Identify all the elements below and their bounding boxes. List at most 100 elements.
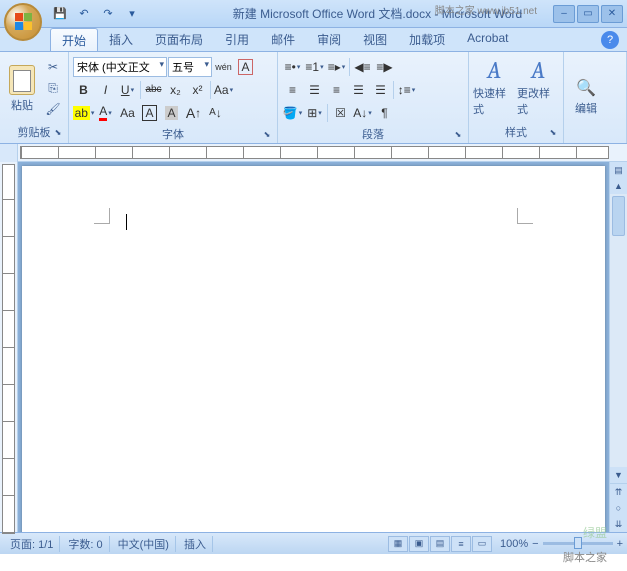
bold-button[interactable]: B [73,79,94,100]
clear-formatting-button[interactable]: A [235,56,256,77]
tab-selector[interactable] [0,144,18,162]
distributed-button[interactable]: ☰ [370,79,391,100]
zoom-slider[interactable] [543,542,613,545]
ruler-scale[interactable] [20,146,609,159]
shrink-font-button[interactable]: A↓ [205,102,226,123]
print-layout-view[interactable]: ▦ [388,536,408,552]
tab-acrobat[interactable]: Acrobat [456,28,519,51]
increase-indent-button[interactable]: ≡▶ [374,56,395,77]
office-button[interactable] [4,3,42,41]
underline-button[interactable]: U [117,79,138,100]
paragraph-launcher[interactable]: ⬊ [452,130,464,142]
char-shading-button[interactable]: A [161,102,182,123]
margin-marker-tl [94,208,110,224]
scroll-thumb[interactable] [612,196,625,236]
tab-addins[interactable]: 加载项 [398,28,456,51]
highlight-button[interactable]: ab [73,102,94,123]
phonetic-guide-button[interactable]: wén [213,56,234,77]
browse-object-icon[interactable]: ○ [610,500,627,516]
tab-page-layout[interactable]: 页面布局 [144,28,214,51]
page-container [18,162,609,532]
font-launcher[interactable]: ⬊ [261,130,273,142]
status-page[interactable]: 页面: 1/1 [4,536,60,552]
minimize-button[interactable]: – [553,5,575,23]
subscript-button[interactable]: x₂ [165,79,186,100]
change-styles-button[interactable]: A 更改样式 [517,56,559,121]
undo-icon[interactable]: ↶ [74,4,94,24]
editing-button[interactable]: 🔍 编辑 [568,56,604,137]
redo-icon[interactable]: ↷ [98,4,118,24]
styles-launcher[interactable]: ⬊ [547,128,559,140]
status-insert-mode[interactable]: 插入 [178,536,213,552]
show-marks-button[interactable]: ¶ [374,102,395,123]
draft-view[interactable]: ▭ [472,536,492,552]
format-painter-icon[interactable]: 🖌 [44,100,62,118]
cut-icon[interactable]: ✂ [44,58,62,76]
tab-home[interactable]: 开始 [50,28,98,51]
justify-button[interactable]: ☰ [348,79,369,100]
tab-mailings[interactable]: 邮件 [260,28,306,51]
align-center-button[interactable]: ☰ [304,79,325,100]
font-size-combo[interactable]: 五号 [168,57,212,77]
superscript-button[interactable]: x² [187,79,208,100]
watermark-jb51: 脚本之家 [563,549,607,565]
grow-font-button[interactable]: A↑ [183,102,204,123]
quick-styles-button[interactable]: A 快速样式 [473,56,515,121]
tab-view[interactable]: 视图 [352,28,398,51]
align-left-button[interactable]: ≡ [282,79,303,100]
group-editing: 🔍 编辑 [564,52,627,143]
copy-icon[interactable]: ⎘ [44,79,62,97]
qat-customize-icon[interactable]: ▾ [122,4,142,24]
zoom-in-button[interactable]: + [617,538,623,550]
borders-button[interactable]: ⊞ [304,102,325,123]
next-page-icon[interactable]: ⇊ [610,516,627,532]
clipboard-launcher[interactable]: ⬊ [52,128,64,140]
italic-button[interactable]: I [95,79,116,100]
multilevel-button[interactable]: ≡▸ [326,56,347,77]
status-language[interactable]: 中文(中国) [112,536,176,552]
scroll-up-icon[interactable]: ▲ [610,178,627,194]
view-buttons: ▦ ▣ ▤ ≡ ▭ [388,536,492,552]
vertical-scrollbar[interactable]: ▤ ▲ ▼ ⇈ ○ ⇊ [609,162,627,532]
outline-view[interactable]: ≡ [451,536,471,552]
vertical-ruler[interactable] [0,162,18,532]
window-controls: – ▭ ✕ [553,5,623,23]
paste-button[interactable]: 粘贴 [4,56,40,121]
horizontal-ruler[interactable] [0,144,627,162]
prev-page-icon[interactable]: ⇈ [610,484,627,500]
change-case-button[interactable]: Aa [213,79,234,100]
status-bar: 页面: 1/1 字数: 0 中文(中国) 插入 ▦ ▣ ▤ ≡ ▭ 100% −… [0,532,627,554]
sort-button[interactable]: A↓ [352,102,373,123]
zoom-level[interactable]: 100% [500,538,528,550]
help-icon[interactable]: ? [601,31,619,49]
tab-review[interactable]: 审阅 [306,28,352,51]
zoom-knob[interactable] [574,537,582,549]
decrease-indent-button[interactable]: ◀≡ [352,56,373,77]
ruler-toggle[interactable]: ▤ [610,162,627,178]
font-family-combo[interactable]: 宋体 (中文正文 [73,57,167,77]
close-button[interactable]: ✕ [601,5,623,23]
editing-label: 编辑 [575,100,597,116]
save-icon[interactable]: 💾 [50,4,70,24]
char-border-button[interactable]: A [139,102,160,123]
full-screen-view[interactable]: ▣ [409,536,429,552]
shading-button[interactable]: 🪣 [282,102,303,123]
line-spacing-button[interactable]: ↕≡ [396,79,417,100]
snap-to-grid-button[interactable]: ☒ [330,102,351,123]
char-scaling-button[interactable]: Aa [117,102,138,123]
align-right-button[interactable]: ≡ [326,79,347,100]
numbering-button[interactable]: ≡1 [304,56,325,77]
document-page[interactable] [22,166,605,532]
find-icon: 🔍 [576,78,596,98]
font-color-button[interactable]: A [95,102,116,123]
status-words[interactable]: 字数: 0 [62,536,109,552]
maximize-button[interactable]: ▭ [577,5,599,23]
font-label: 字体⬊ [71,125,275,143]
scroll-down-icon[interactable]: ▼ [610,467,627,483]
strikethrough-button[interactable]: abc [143,79,164,100]
tab-insert[interactable]: 插入 [98,28,144,51]
document-area: ▤ ▲ ▼ ⇈ ○ ⇊ [0,162,627,532]
bullets-button[interactable]: ≡• [282,56,303,77]
web-layout-view[interactable]: ▤ [430,536,450,552]
tab-references[interactable]: 引用 [214,28,260,51]
